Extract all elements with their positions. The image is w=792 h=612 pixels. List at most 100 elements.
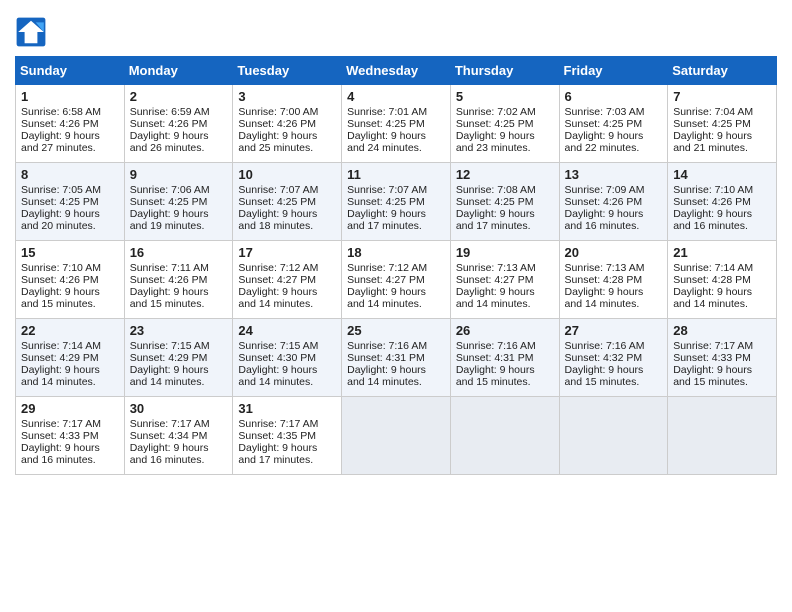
cell-text: Sunset: 4:27 PM — [456, 274, 554, 286]
col-header-sunday: Sunday — [16, 57, 125, 85]
calendar-cell: 7 Sunrise: 7:04 AMSunset: 4:25 PMDaylight… — [668, 85, 777, 163]
cell-text: and 14 minutes. — [347, 298, 445, 310]
cell-text: Sunrise: 7:00 AM — [238, 106, 336, 118]
day-number: 15 — [21, 245, 119, 260]
day-number: 29 — [21, 401, 119, 416]
cell-text: and 15 minutes. — [673, 376, 771, 388]
cell-text: Daylight: 9 hours — [130, 208, 228, 220]
cell-text: and 23 minutes. — [456, 142, 554, 154]
cell-text: Daylight: 9 hours — [21, 364, 119, 376]
day-number: 24 — [238, 323, 336, 338]
calendar-body: 1Sunrise: 6:58 AMSunset: 4:26 PMDaylight… — [16, 85, 777, 475]
cell-text: Daylight: 9 hours — [21, 130, 119, 142]
cell-text: Sunrise: 6:58 AM — [21, 106, 119, 118]
day-number: 6 — [565, 89, 663, 104]
cell-text: Sunset: 4:26 PM — [130, 118, 228, 130]
cell-text: Sunrise: 7:13 AM — [456, 262, 554, 274]
cell-text: Daylight: 9 hours — [21, 286, 119, 298]
cell-text: Sunrise: 7:05 AM — [21, 184, 119, 196]
cell-text: Sunrise: 7:13 AM — [565, 262, 663, 274]
day-number: 11 — [347, 167, 445, 182]
cell-text: and 27 minutes. — [21, 142, 119, 154]
cell-text: Daylight: 9 hours — [673, 286, 771, 298]
cell-text: Sunrise: 7:17 AM — [673, 340, 771, 352]
day-number: 7 — [673, 89, 771, 104]
cell-text: Daylight: 9 hours — [673, 130, 771, 142]
calendar-week-5: 29Sunrise: 7:17 AMSunset: 4:33 PMDayligh… — [16, 397, 777, 475]
cell-text: Daylight: 9 hours — [565, 364, 663, 376]
cell-text: Sunset: 4:33 PM — [673, 352, 771, 364]
cell-text: Sunset: 4:33 PM — [21, 430, 119, 442]
cell-text: Sunset: 4:29 PM — [21, 352, 119, 364]
cell-text: Sunrise: 7:04 AM — [673, 106, 771, 118]
cell-text: Sunset: 4:26 PM — [21, 118, 119, 130]
calendar-cell: 30Sunrise: 7:17 AMSunset: 4:34 PMDayligh… — [124, 397, 233, 475]
calendar-cell: 11Sunrise: 7:07 AMSunset: 4:25 PMDayligh… — [342, 163, 451, 241]
cell-text: Sunset: 4:30 PM — [238, 352, 336, 364]
calendar-cell: 10Sunrise: 7:07 AMSunset: 4:25 PMDayligh… — [233, 163, 342, 241]
cell-text: Sunrise: 7:10 AM — [673, 184, 771, 196]
calendar-cell — [559, 397, 668, 475]
cell-text: Sunrise: 7:14 AM — [673, 262, 771, 274]
calendar-cell: 24Sunrise: 7:15 AMSunset: 4:30 PMDayligh… — [233, 319, 342, 397]
calendar-cell: 9Sunrise: 7:06 AMSunset: 4:25 PMDaylight… — [124, 163, 233, 241]
cell-text: Sunrise: 7:15 AM — [238, 340, 336, 352]
cell-text: and 14 minutes. — [456, 298, 554, 310]
calendar-cell: 21Sunrise: 7:14 AMSunset: 4:28 PMDayligh… — [668, 241, 777, 319]
cell-text: Sunset: 4:35 PM — [238, 430, 336, 442]
cell-text: Sunrise: 7:17 AM — [238, 418, 336, 430]
cell-text: Daylight: 9 hours — [565, 286, 663, 298]
cell-text: Daylight: 9 hours — [130, 130, 228, 142]
cell-text: and 14 minutes. — [238, 376, 336, 388]
calendar-cell: 15Sunrise: 7:10 AMSunset: 4:26 PMDayligh… — [16, 241, 125, 319]
cell-text: and 16 minutes. — [130, 454, 228, 466]
cell-text: Sunset: 4:31 PM — [347, 352, 445, 364]
calendar-cell: 8Sunrise: 7:05 AMSunset: 4:25 PMDaylight… — [16, 163, 125, 241]
cell-text: Daylight: 9 hours — [565, 208, 663, 220]
logo — [15, 16, 51, 48]
cell-text: Sunset: 4:28 PM — [565, 274, 663, 286]
cell-text: and 14 minutes. — [238, 298, 336, 310]
cell-text: and 25 minutes. — [238, 142, 336, 154]
cell-text: Daylight: 9 hours — [238, 130, 336, 142]
calendar-cell: 3Sunrise: 7:00 AMSunset: 4:26 PMDaylight… — [233, 85, 342, 163]
calendar-table: SundayMondayTuesdayWednesdayThursdayFrid… — [15, 56, 777, 475]
cell-text: Sunset: 4:26 PM — [21, 274, 119, 286]
calendar-cell — [342, 397, 451, 475]
cell-text: Daylight: 9 hours — [565, 130, 663, 142]
header-row: SundayMondayTuesdayWednesdayThursdayFrid… — [16, 57, 777, 85]
day-number: 27 — [565, 323, 663, 338]
day-number: 8 — [21, 167, 119, 182]
day-number: 10 — [238, 167, 336, 182]
cell-text: and 16 minutes. — [673, 220, 771, 232]
cell-text: Sunrise: 7:07 AM — [238, 184, 336, 196]
cell-text: Daylight: 9 hours — [130, 364, 228, 376]
cell-text: Sunset: 4:25 PM — [238, 196, 336, 208]
cell-text: Sunset: 4:25 PM — [673, 118, 771, 130]
col-header-monday: Monday — [124, 57, 233, 85]
cell-text: Sunrise: 7:12 AM — [347, 262, 445, 274]
cell-text: and 20 minutes. — [21, 220, 119, 232]
day-number: 18 — [347, 245, 445, 260]
day-number: 13 — [565, 167, 663, 182]
cell-text: Daylight: 9 hours — [347, 208, 445, 220]
calendar-cell — [450, 397, 559, 475]
calendar-cell: 1Sunrise: 6:58 AMSunset: 4:26 PMDaylight… — [16, 85, 125, 163]
day-number: 5 — [456, 89, 554, 104]
calendar-cell: 18Sunrise: 7:12 AMSunset: 4:27 PMDayligh… — [342, 241, 451, 319]
cell-text: Sunrise: 7:14 AM — [21, 340, 119, 352]
cell-text: and 15 minutes. — [21, 298, 119, 310]
day-number: 28 — [673, 323, 771, 338]
day-number: 31 — [238, 401, 336, 416]
cell-text: Sunrise: 7:17 AM — [130, 418, 228, 430]
cell-text: Sunrise: 7:02 AM — [456, 106, 554, 118]
cell-text: and 16 minutes. — [565, 220, 663, 232]
cell-text: and 17 minutes. — [456, 220, 554, 232]
day-number: 14 — [673, 167, 771, 182]
cell-text: Sunset: 4:27 PM — [347, 274, 445, 286]
cell-text: Sunset: 4:25 PM — [21, 196, 119, 208]
cell-text: and 14 minutes. — [21, 376, 119, 388]
cell-text: Sunrise: 7:17 AM — [21, 418, 119, 430]
col-header-thursday: Thursday — [450, 57, 559, 85]
cell-text: Sunrise: 7:07 AM — [347, 184, 445, 196]
